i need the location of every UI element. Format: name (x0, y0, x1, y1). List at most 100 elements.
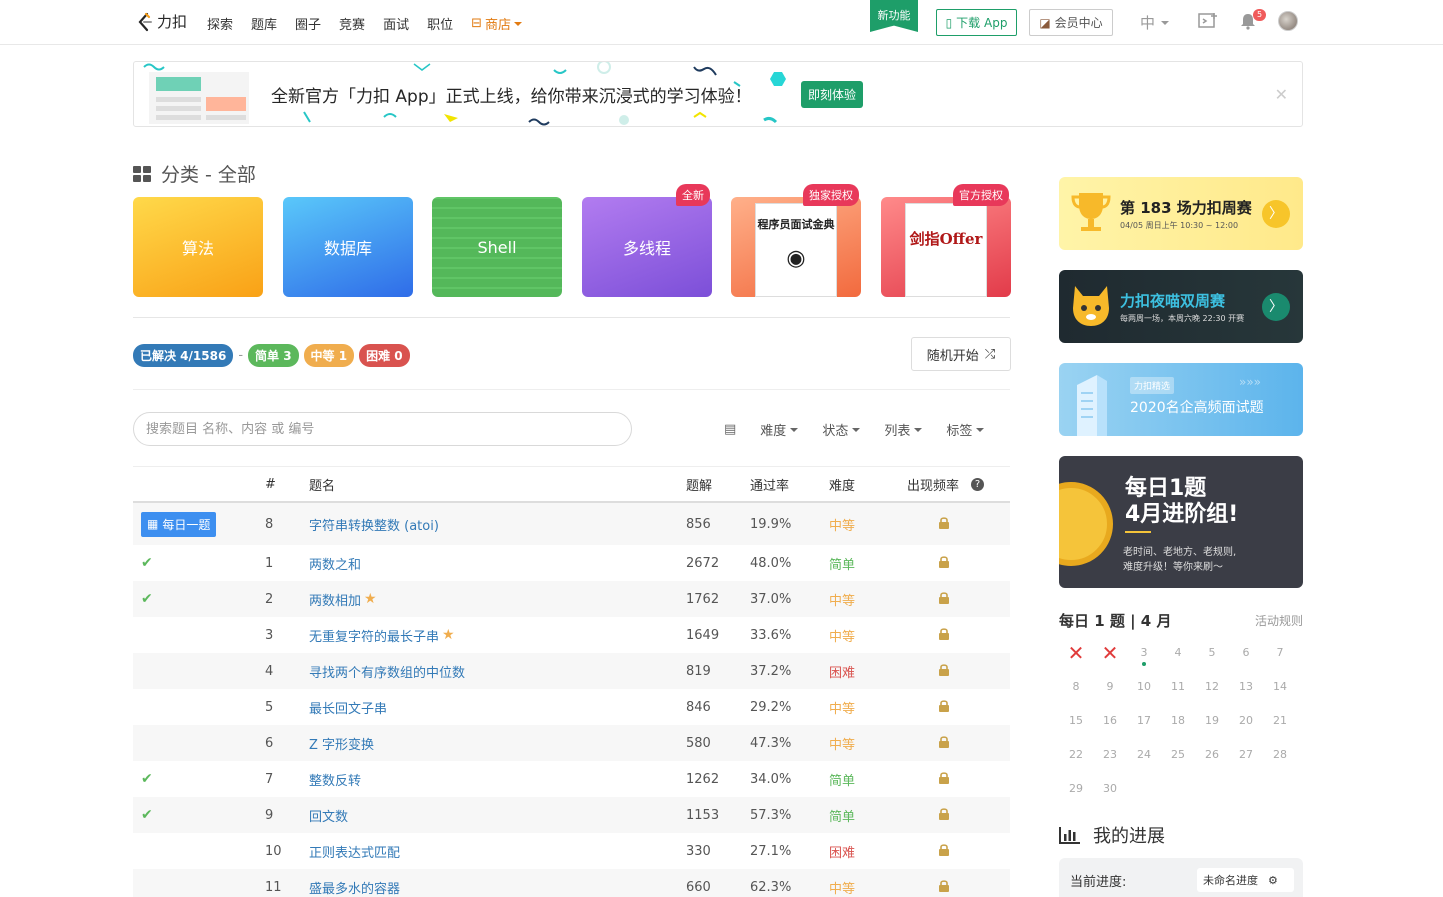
lock-icon[interactable] (938, 735, 950, 752)
lock-icon[interactable] (938, 663, 950, 680)
calendar-day[interactable]: 23 (1093, 744, 1127, 766)
calendar-day[interactable]: 4 (1161, 642, 1195, 664)
calendar-day[interactable]: 7 (1263, 642, 1297, 664)
nav-contest[interactable]: 竞赛 (339, 14, 365, 33)
problem-title-link[interactable]: 寻找两个有序数组的中位数 (309, 662, 465, 681)
calendar-day[interactable]: 29 (1059, 778, 1093, 800)
filter-difficulty[interactable]: 难度 (760, 420, 799, 439)
problem-title[interactable]: Z 字形变换 (309, 734, 374, 753)
problem-title[interactable]: 字符串转换整数 (atoi) (309, 515, 439, 534)
header-frequency[interactable]: 出现频率 (907, 475, 959, 494)
problem-title[interactable]: 无重复字符的最长子串 (309, 626, 439, 645)
calendar-day[interactable]: 11 (1161, 676, 1195, 698)
problem-title[interactable]: 盛最多水的容器 (309, 878, 400, 897)
problem-title-link[interactable]: 最长回文子串 (309, 698, 387, 717)
filter-list[interactable]: 列表 (884, 420, 923, 439)
lock-icon[interactable] (938, 555, 950, 572)
lock-icon[interactable] (938, 699, 950, 716)
nav-jobs[interactable]: 职位 (427, 14, 453, 33)
problem-title[interactable]: 整数反转 (309, 770, 361, 789)
lock-icon[interactable] (938, 591, 950, 608)
weekly-contest-card[interactable]: 第 183 场力扣周赛 04/05 周日上午 10:30 ~ 12:00 〉 (1059, 177, 1303, 250)
calendar-day[interactable]: 16 (1093, 710, 1127, 732)
gear-icon[interactable]: ⚙ (1268, 874, 1278, 887)
header-difficulty[interactable]: 难度 (829, 475, 855, 494)
download-app-button[interactable]: ▯ 下载 App (936, 9, 1017, 36)
logo[interactable]: 力扣 (137, 11, 187, 32)
language-switch[interactable]: 中 (1140, 12, 1170, 33)
problem-title-link[interactable]: 正则表达式匹配 (309, 842, 400, 861)
category-card-concurrency[interactable]: 多线程 全新 (582, 184, 712, 297)
filter-status[interactable]: 状态 (822, 420, 861, 439)
calendar-day[interactable]: 27 (1229, 744, 1263, 766)
problem-title[interactable]: 两数之和 (309, 554, 361, 573)
playground-icon[interactable] (1198, 12, 1218, 34)
new-feature-ribbon[interactable]: 新功能 (870, 0, 918, 32)
problem-title-link[interactable]: 回文数 (309, 806, 348, 825)
calendar-day[interactable]: 25 (1161, 744, 1195, 766)
interview-questions-card[interactable]: 力扣精选 2020名企高频面试题 »»» (1059, 363, 1303, 436)
nav-explore[interactable]: 探索 (207, 14, 233, 33)
chevron-right-icon[interactable]: 〉 (1262, 293, 1290, 321)
problem-title[interactable]: 回文数 (309, 806, 348, 825)
problem-title[interactable]: 两数相加 (309, 590, 361, 609)
calendar-day[interactable]: 14 (1263, 676, 1297, 698)
biweekly-contest-card[interactable]: 力扣夜喵双周赛 每两周一场，本周六晚 22:30 开赛 〉 (1059, 270, 1303, 343)
calendar-day[interactable]: 26 (1195, 744, 1229, 766)
category-card-algorithms[interactable]: 算法 (133, 197, 263, 297)
progress-select[interactable]: 未命名进度 ⚙ (1197, 868, 1294, 892)
calendar-day[interactable]: 30 (1093, 778, 1127, 800)
problem-title-link[interactable]: 盛最多水的容器 (309, 878, 400, 897)
problem-title-link[interactable]: Z 字形变换 (309, 734, 374, 753)
activity-rules-link[interactable]: 活动规则 (1255, 612, 1303, 629)
calendar-day[interactable]: 10 (1127, 676, 1161, 698)
problem-title-link[interactable]: 两数之和 (309, 554, 361, 573)
nav-circle[interactable]: 圈子 (295, 14, 321, 33)
nav-store[interactable]: ⊟ 商店 (471, 14, 523, 33)
calendar-day[interactable]: 15 (1059, 710, 1093, 732)
calendar-day[interactable]: 6 (1229, 642, 1263, 664)
calendar-day[interactable]: 9 (1093, 676, 1127, 698)
calendar-day[interactable]: 22 (1059, 744, 1093, 766)
category-card-shell[interactable]: Shell (432, 197, 562, 297)
calendar-day[interactable]: 17 (1127, 710, 1161, 732)
close-icon[interactable]: ✕ (1275, 85, 1288, 104)
header-title[interactable]: 题名 (309, 475, 335, 494)
category-card-database[interactable]: 数据库 (283, 197, 413, 297)
daily-challenge-card[interactable]: 每日1题 4月进阶组! 老时间、老地方、老规则, 难度升级！等你来刷～ (1059, 456, 1303, 588)
lock-icon[interactable] (938, 879, 950, 896)
lock-icon[interactable] (938, 807, 950, 824)
problem-title[interactable]: 寻找两个有序数组的中位数 (309, 662, 465, 681)
search-input[interactable] (133, 412, 632, 446)
help-icon[interactable]: ? (971, 477, 984, 491)
problem-title[interactable]: 最长回文子串 (309, 698, 387, 717)
calendar-day[interactable]: 13 (1229, 676, 1263, 698)
calendar-day[interactable]: 21 (1263, 710, 1297, 732)
try-now-button[interactable]: 即刻体验 (801, 81, 863, 108)
problem-title-link[interactable]: 无重复字符的最长子串 ★ (309, 626, 455, 645)
calendar-day[interactable]: 18 (1161, 710, 1195, 732)
calendar-day[interactable]: 20 (1229, 710, 1263, 732)
calendar-day[interactable]: 24 (1127, 744, 1161, 766)
vip-center-button[interactable]: ◪ 会员中心 (1029, 9, 1113, 36)
category-card-book-interview[interactable]: 程序员面试金典 ◉ 独家授权 (731, 184, 861, 297)
document-icon[interactable]: ▤ (724, 422, 736, 437)
lock-icon[interactable] (938, 843, 950, 860)
missed-day-icon[interactable]: ✕ (1059, 642, 1093, 664)
header-rate[interactable]: 通过率 (750, 475, 789, 494)
random-start-button[interactable]: 随机开始 ⤮ (911, 337, 1011, 371)
calendar-day[interactable]: 3 (1127, 642, 1161, 666)
daily-question-button[interactable]: ▦ 每日一题 (141, 511, 217, 537)
avatar[interactable] (1278, 11, 1298, 31)
header-num[interactable]: # (265, 477, 276, 492)
missed-day-icon[interactable]: ✕ (1093, 642, 1127, 664)
filter-tags[interactable]: 标签 (946, 420, 985, 439)
nav-interview[interactable]: 面试 (383, 14, 409, 33)
header-solutions[interactable]: 题解 (686, 475, 712, 494)
nav-problems[interactable]: 题库 (251, 14, 277, 33)
category-card-book-offer[interactable]: 剑指Offer 官方授权 (881, 184, 1011, 297)
calendar-day[interactable]: 8 (1059, 676, 1093, 698)
lock-icon[interactable] (938, 516, 950, 533)
lock-icon[interactable] (938, 771, 950, 788)
problem-title-link[interactable]: 两数相加 ★ (309, 590, 377, 609)
